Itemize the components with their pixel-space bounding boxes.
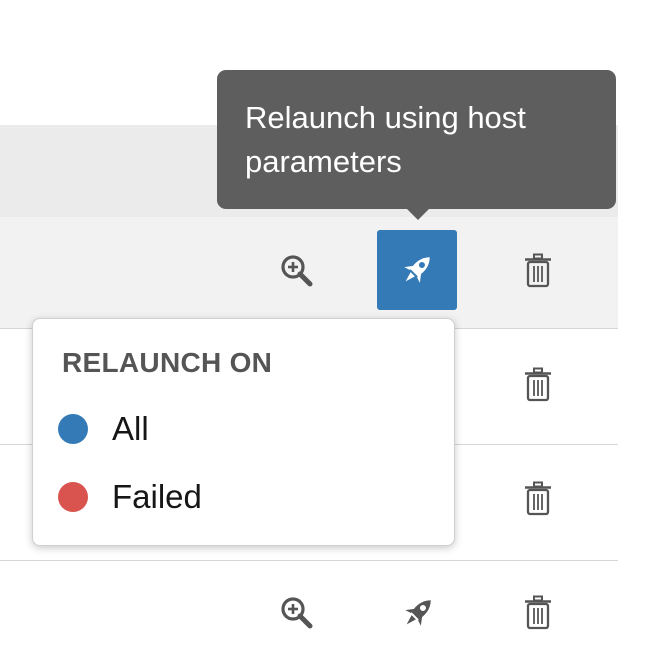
trash-icon (523, 367, 553, 403)
tooltip-text: Relaunch using host parameters (245, 100, 526, 179)
zoom-in-button[interactable] (275, 249, 319, 293)
delete-button[interactable] (516, 363, 560, 407)
zoom-icon (277, 251, 317, 291)
table-row (0, 561, 618, 651)
rocket-icon (396, 591, 440, 635)
relaunch-button[interactable] (396, 591, 440, 635)
relaunch-option-all[interactable]: All (58, 407, 149, 451)
delete-button[interactable] (516, 249, 560, 293)
trash-icon (523, 481, 553, 517)
job-list-view: Relaunch using host parameters RELAUNCH … (0, 0, 665, 651)
relaunch-menu: RELAUNCH ON All Failed (32, 318, 455, 546)
rocket-icon (395, 248, 439, 292)
status-dot-icon (58, 482, 88, 512)
trash-icon (523, 253, 553, 289)
status-dot-icon (58, 414, 88, 444)
relaunch-menu-heading: RELAUNCH ON (62, 347, 273, 378)
delete-button[interactable] (516, 591, 560, 635)
tooltip-arrow (406, 208, 430, 220)
table-row (0, 217, 618, 329)
zoom-icon (277, 593, 317, 633)
relaunch-tooltip: Relaunch using host parameters (217, 70, 616, 209)
delete-button[interactable] (516, 477, 560, 521)
relaunch-button[interactable] (377, 230, 457, 310)
relaunch-option-label: Failed (112, 478, 202, 515)
zoom-in-button[interactable] (275, 591, 319, 635)
relaunch-option-failed[interactable]: Failed (58, 475, 202, 519)
trash-icon (523, 595, 553, 631)
relaunch-option-label: All (112, 410, 149, 447)
